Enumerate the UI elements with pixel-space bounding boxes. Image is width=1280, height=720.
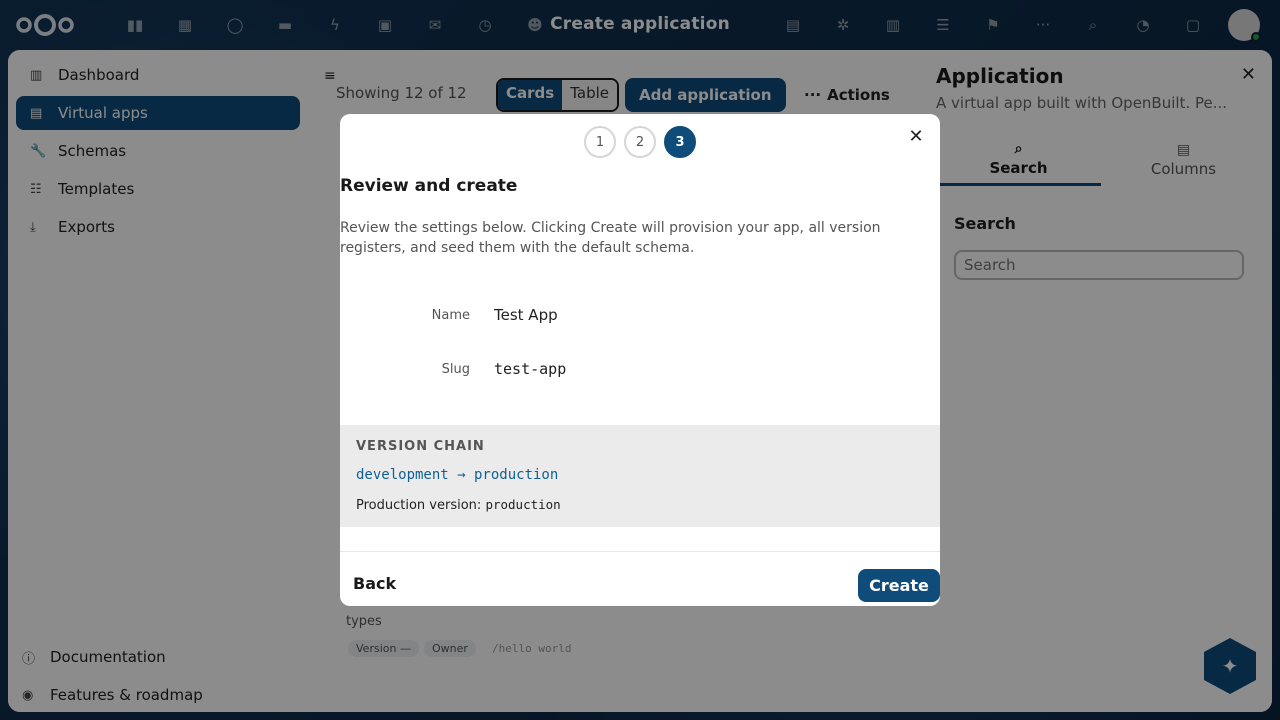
version-chain-value: development → production [356,467,559,483]
close-icon[interactable]: ✕ [904,124,928,148]
step-1[interactable]: 1 [584,126,616,158]
back-button[interactable]: Back [353,574,396,593]
production-version-label: Production version: [356,498,482,513]
name-value: Test App [494,306,558,324]
create-application-dialog: 1 2 3 ✕ Review and create Review the set… [340,114,940,606]
version-chain-heading: VERSION CHAIN [356,439,485,454]
slug-label: Slug [441,362,470,377]
dialog-description: Review the settings below. Clicking Crea… [340,220,881,256]
production-version: Production version: production [356,497,561,513]
dialog-heading: Review and create [340,176,518,196]
create-button[interactable]: Create [858,569,940,602]
step-3[interactable]: 3 [664,126,696,158]
dialog-divider [340,551,940,552]
step-2[interactable]: 2 [624,126,656,158]
slug-value: test-app [494,360,567,378]
name-label: Name [431,308,470,323]
stepper: 1 2 3 [340,126,940,158]
version-chain-panel: VERSION CHAIN development → production P… [340,425,940,527]
production-version-value: production [485,497,561,512]
